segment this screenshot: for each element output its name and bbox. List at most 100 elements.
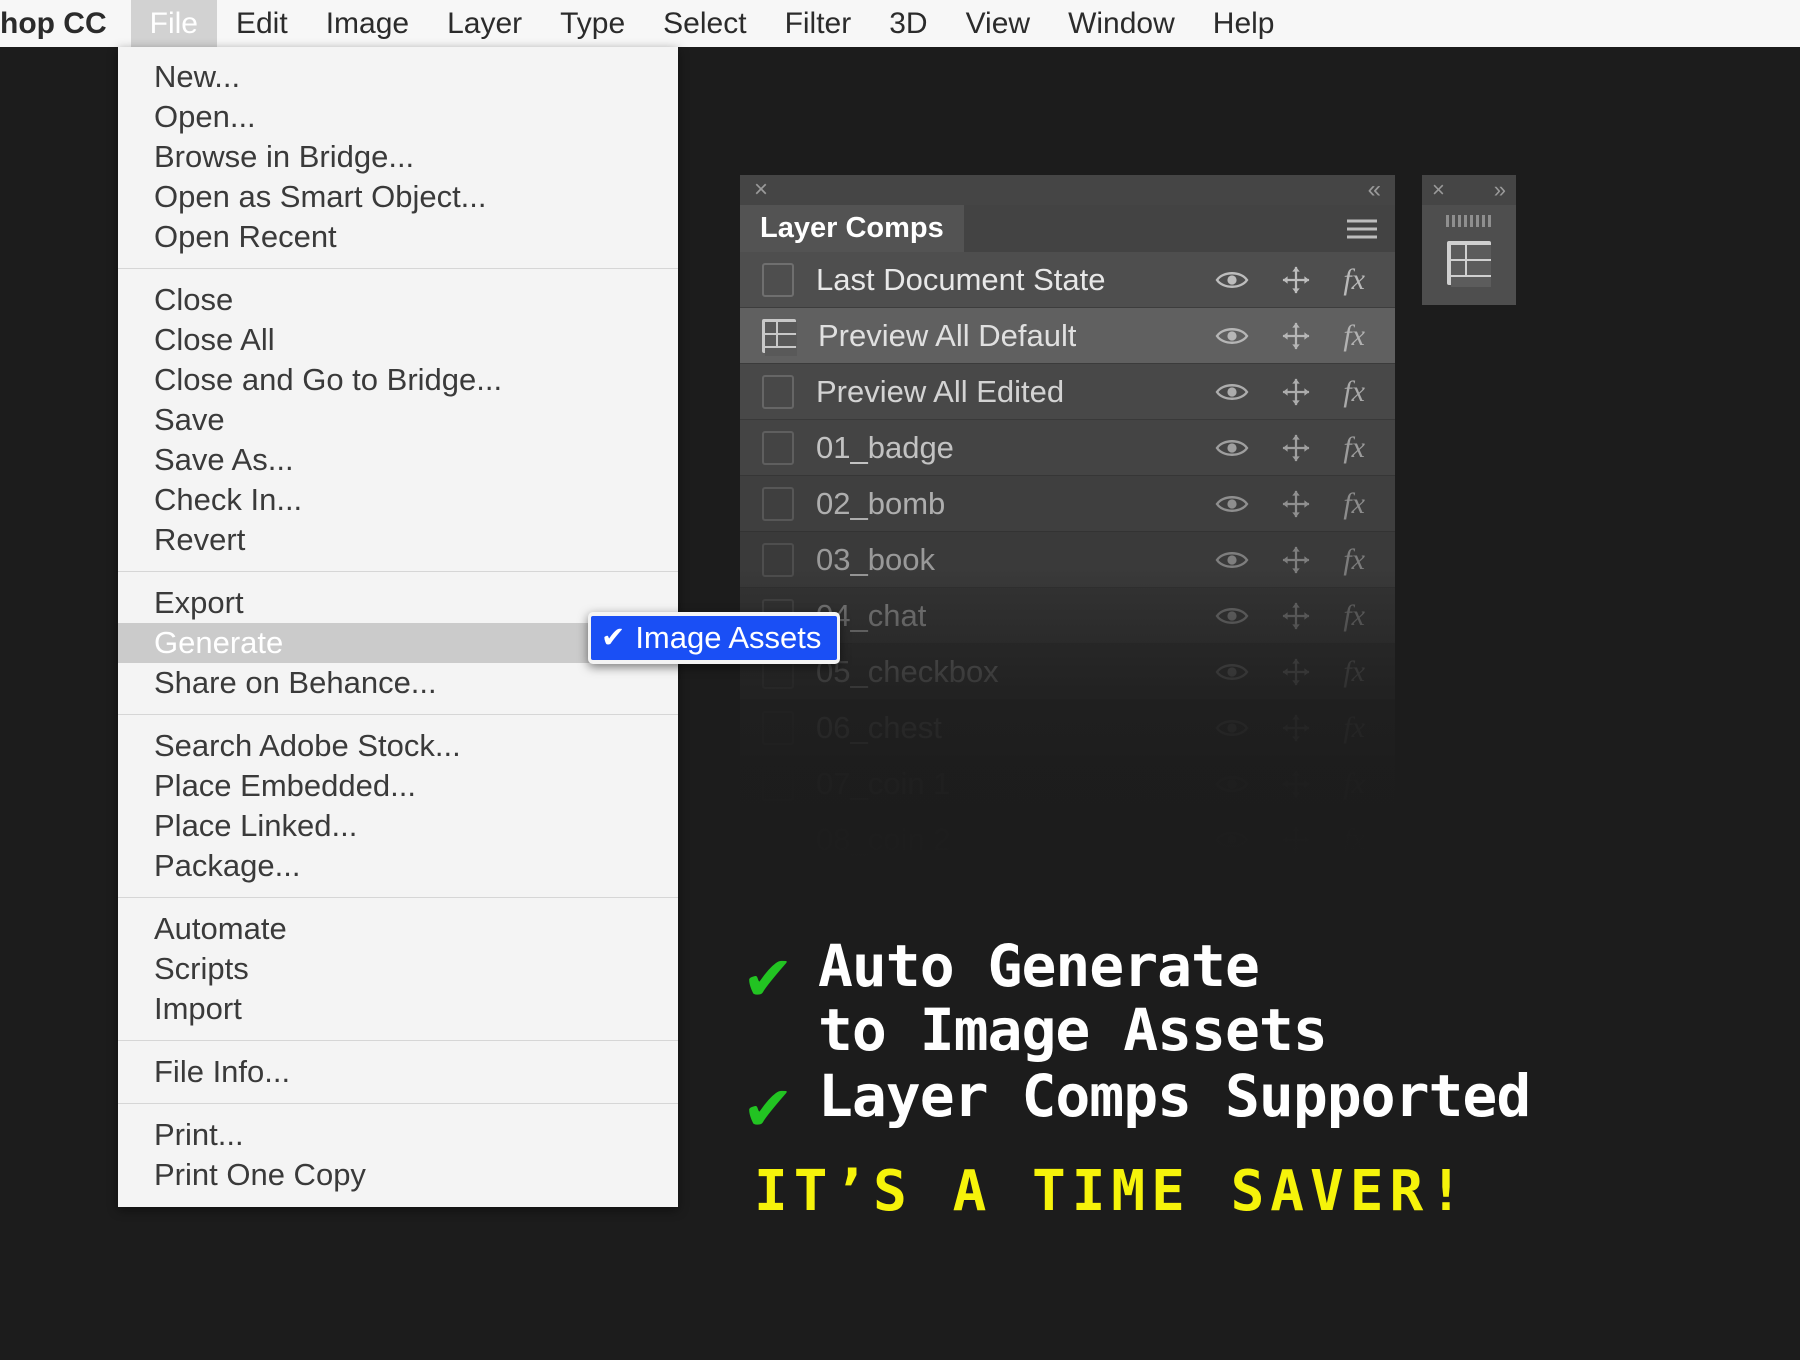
file-menu-item-import[interactable]: Import: [118, 989, 678, 1029]
move-icon[interactable]: [1279, 378, 1313, 406]
eye-icon[interactable]: [1215, 378, 1249, 406]
collapse-icon[interactable]: «: [1368, 176, 1381, 204]
file-menu-item-print[interactable]: Print...: [118, 1115, 678, 1155]
move-icon[interactable]: [1279, 714, 1313, 742]
layer-comp-row[interactable]: 02_bomb fx: [740, 476, 1395, 532]
file-menu-item-place-embedded[interactable]: Place Embedded...: [118, 766, 678, 806]
menu-separator: [118, 268, 678, 269]
layer-comp-row[interactable]: 03_book fx: [740, 532, 1395, 588]
file-menu-item-search-adobe-stock[interactable]: Search Adobe Stock...: [118, 726, 678, 766]
move-icon[interactable]: [1279, 490, 1313, 518]
menu-item-select[interactable]: Select: [644, 0, 765, 47]
file-menu-item-close-all[interactable]: Close All: [118, 320, 678, 360]
file-menu-item-open-as-smart-object[interactable]: Open as Smart Object...: [118, 177, 678, 217]
move-icon[interactable]: [1279, 770, 1313, 798]
fx-icon[interactable]: fx: [1343, 488, 1365, 519]
check-icon: ✔: [742, 945, 794, 1014]
file-menu-item-package[interactable]: Package...: [118, 846, 678, 886]
fx-icon[interactable]: fx: [1343, 376, 1365, 407]
layer-comp-row[interactable]: 06_chest fx: [740, 700, 1395, 756]
move-icon[interactable]: [1279, 658, 1313, 686]
file-menu-item-automate[interactable]: Automate: [118, 909, 678, 949]
eye-icon[interactable]: [1215, 770, 1249, 798]
eye-icon[interactable]: [1215, 434, 1249, 462]
file-menu-item-check-in[interactable]: Check In...: [118, 480, 678, 520]
move-icon[interactable]: [1279, 826, 1313, 854]
close-icon[interactable]: ×: [1432, 177, 1445, 203]
eye-icon[interactable]: [1215, 826, 1249, 854]
file-menu-item-open-recent[interactable]: Open Recent: [118, 217, 678, 257]
collapsed-panel: × »: [1422, 175, 1516, 305]
layer-comp-row[interactable]: 01_badge fx: [740, 420, 1395, 476]
submenu-item-image-assets[interactable]: ✔ Image Assets: [591, 616, 838, 660]
layer-comp-checkbox[interactable]: [762, 430, 794, 465]
eye-icon[interactable]: [1215, 322, 1249, 350]
layer-comp-checkbox[interactable]: [762, 262, 794, 297]
file-menu-item-save-as[interactable]: Save As...: [118, 440, 678, 480]
eye-icon[interactable]: [1215, 714, 1249, 742]
hamburger-icon[interactable]: [1347, 219, 1377, 238]
menu-item-3d[interactable]: 3D: [870, 0, 946, 47]
expand-icon[interactable]: »: [1494, 177, 1506, 203]
eye-icon[interactable]: [1215, 658, 1249, 686]
file-menu-item-open[interactable]: Open...: [118, 97, 678, 137]
file-menu-item-file-info[interactable]: File Info...: [118, 1052, 678, 1092]
eye-icon[interactable]: [1215, 266, 1249, 294]
layer-comp-checkbox[interactable]: [762, 822, 794, 857]
fx-icon[interactable]: fx: [1343, 264, 1365, 295]
tab-layer-comps[interactable]: Layer Comps: [740, 205, 964, 252]
file-menu-item-new[interactable]: New...: [118, 57, 678, 97]
move-icon[interactable]: [1279, 602, 1313, 630]
fx-icon[interactable]: fx: [1343, 824, 1365, 855]
fx-icon[interactable]: fx: [1343, 712, 1365, 743]
eye-icon[interactable]: [1215, 546, 1249, 574]
layer-comp-row[interactable]: 08_coin 2 fx: [740, 812, 1395, 868]
menu-item-help[interactable]: Help: [1194, 0, 1294, 47]
menu-item-view[interactable]: View: [947, 0, 1049, 47]
file-menu-item-browse-in-bridge[interactable]: Browse in Bridge...: [118, 137, 678, 177]
layer-comp-icon[interactable]: [1447, 241, 1491, 287]
layer-comp-label: Last Document State: [816, 261, 1106, 297]
fx-icon[interactable]: fx: [1343, 544, 1365, 575]
move-icon[interactable]: [1279, 266, 1313, 294]
menu-item-type[interactable]: Type: [541, 0, 644, 47]
drag-grip-icon[interactable]: [1446, 215, 1492, 227]
move-icon[interactable]: [1279, 322, 1313, 350]
fx-icon[interactable]: fx: [1343, 432, 1365, 463]
fx-icon[interactable]: fx: [1343, 600, 1365, 631]
menu-item-image[interactable]: Image: [307, 0, 428, 47]
file-menu-item-save[interactable]: Save: [118, 400, 678, 440]
move-icon[interactable]: [1279, 434, 1313, 462]
file-menu-item-print-one-copy[interactable]: Print One Copy: [118, 1155, 678, 1195]
fx-icon[interactable]: fx: [1343, 656, 1365, 687]
file-menu-item-share-on-behance[interactable]: Share on Behance...: [118, 663, 678, 703]
eye-icon[interactable]: [1215, 490, 1249, 518]
eye-icon[interactable]: [1215, 602, 1249, 630]
layer-comp-row[interactable]: Last Document State fx: [740, 252, 1395, 308]
layer-comp-row[interactable]: Preview All Edited fx: [740, 364, 1395, 420]
layer-comp-checkbox[interactable]: [762, 486, 794, 521]
file-menu-item-close-and-go-to-bridge[interactable]: Close and Go to Bridge...: [118, 360, 678, 400]
menu-item-filter[interactable]: Filter: [766, 0, 871, 47]
file-menu-item-close[interactable]: Close: [118, 280, 678, 320]
menu-item-file[interactable]: File: [130, 0, 217, 47]
layer-comp-checkbox[interactable]: [762, 374, 794, 409]
menu-item-edit[interactable]: Edit: [217, 0, 307, 47]
layer-comp-row[interactable]: 07_coin 1 fx: [740, 756, 1395, 812]
close-icon[interactable]: ×: [754, 176, 768, 204]
menu-item-layer[interactable]: Layer: [428, 0, 541, 47]
fx-icon[interactable]: fx: [1343, 320, 1365, 351]
layer-comp-checkbox[interactable]: [762, 542, 794, 577]
fx-icon[interactable]: fx: [1343, 768, 1365, 799]
layer-comp-label: 02_bomb: [816, 485, 946, 521]
move-icon[interactable]: [1279, 546, 1313, 574]
layer-comps-list: Last Document State fx Preview All Default…: [740, 252, 1395, 868]
file-menu-item-place-linked[interactable]: Place Linked...: [118, 806, 678, 846]
layer-comp-row-icons: fx: [1215, 600, 1365, 631]
file-menu-item-scripts[interactable]: Scripts: [118, 949, 678, 989]
layer-comp-row[interactable]: Preview All Default fx: [740, 308, 1395, 364]
menu-item-window[interactable]: Window: [1049, 0, 1194, 47]
file-menu-item-revert[interactable]: Revert: [118, 520, 678, 560]
layer-comp-checkbox[interactable]: [762, 710, 794, 745]
layer-comp-checkbox[interactable]: [762, 766, 794, 801]
